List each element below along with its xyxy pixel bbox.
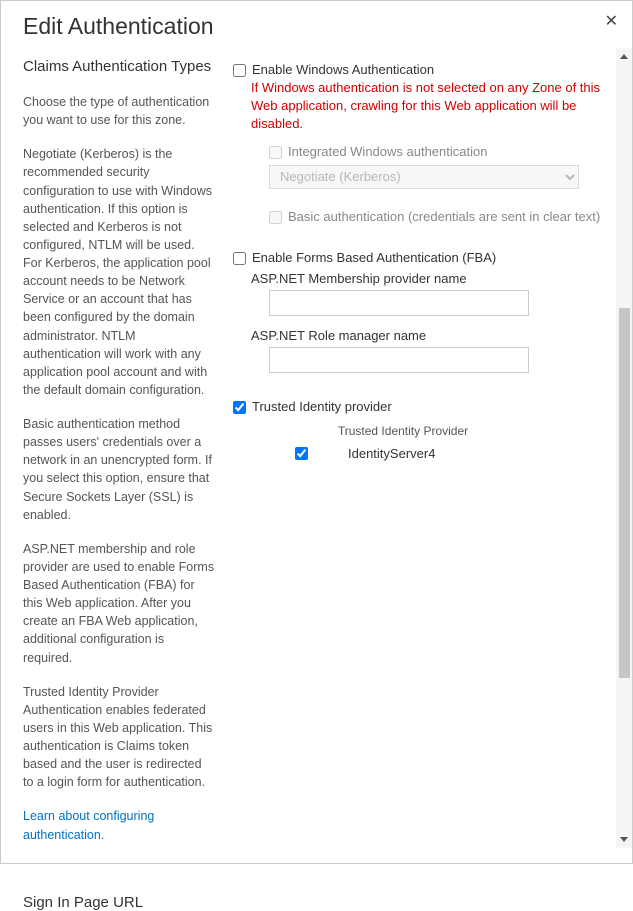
help-text-aspnet: ASP.NET membership and role provider are… [23,540,215,667]
enable-fba-checkbox[interactable] [233,252,246,265]
membership-label: ASP.NET Membership provider name [251,271,612,286]
scroll-thumb[interactable] [619,308,630,678]
help-text-trusted: Trusted Identity Provider Authentication… [23,683,215,792]
section-title-claims: Claims Authentication Types [23,58,215,75]
scroll-up-icon[interactable] [620,54,628,59]
close-icon[interactable]: ✕ [605,11,618,31]
role-input[interactable] [269,347,529,373]
basic-auth-row: Basic authentication (credentials are se… [269,209,612,224]
enable-windows-label: Enable Windows Authentication [252,62,434,77]
membership-input[interactable] [269,290,529,316]
trusted-item-checkbox[interactable] [295,447,308,460]
trusted-label: Trusted Identity provider [252,399,392,414]
basic-auth-checkbox[interactable] [269,211,282,224]
section-title-signin: Sign In Page URL [23,894,215,911]
right-column: Enable Windows Authentication If Windows… [223,48,622,848]
integrated-row: Integrated Windows authentication Negoti… [269,144,612,201]
windows-warning-text: If Windows authentication is not selecte… [251,79,612,134]
enable-windows-checkbox[interactable] [233,64,246,77]
basic-auth-label: Basic authentication (credentials are se… [288,209,600,224]
dialog-title: Edit Authentication [1,1,632,48]
trusted-item-row: IdentityServer4 [291,444,612,463]
trusted-item-label: IdentityServer4 [348,446,435,461]
left-column: Claims Authentication Types Choose the t… [23,48,223,848]
integrated-checkbox[interactable] [269,146,282,159]
enable-fba-row: Enable Forms Based Authentication (FBA) [233,250,612,265]
content-area: Claims Authentication Types Choose the t… [1,48,632,848]
scroll-down-icon[interactable] [620,837,628,842]
enable-fba-label: Enable Forms Based Authentication (FBA) [252,250,496,265]
help-text-kerberos: Negotiate (Kerberos) is the recommended … [23,145,215,399]
negotiate-select[interactable]: Negotiate (Kerberos) [269,165,579,189]
help-text-basic: Basic authentication method passes users… [23,415,215,524]
integrated-label: Integrated Windows authentication [288,144,487,159]
trusted-row: Trusted Identity provider [233,399,612,414]
trusted-header: Trusted Identity Provider [273,424,533,438]
enable-windows-row: Enable Windows Authentication [233,62,612,77]
trusted-checkbox[interactable] [233,401,246,414]
learn-link[interactable]: Learn about configuring authentication. [23,807,215,843]
role-label: ASP.NET Role manager name [251,328,612,343]
help-text-intro: Choose the type of authentication you wa… [23,93,215,129]
scrollbar[interactable] [616,48,632,848]
